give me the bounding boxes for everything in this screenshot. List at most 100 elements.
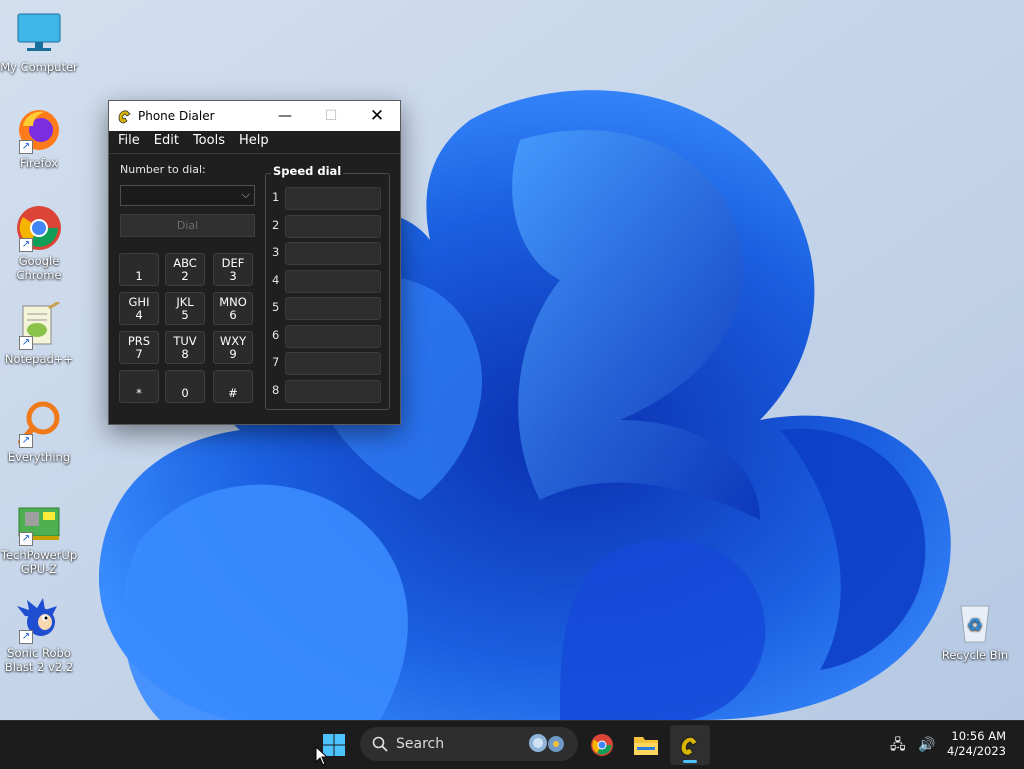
speed-dial-title: Speed dial (271, 164, 344, 178)
active-app-indicator (683, 760, 697, 763)
chevron-down-icon[interactable]: ⌵ (242, 188, 250, 202)
notepad-plus-plus-icon: ↗ (15, 302, 63, 350)
keypad-key-1[interactable]: 1 (119, 253, 159, 286)
phone-dialer-window[interactable]: Phone Dialer — ☐ ✕ File Edit Tools Help … (108, 100, 401, 425)
desktop-icon-label: Recycle Bin (941, 648, 1009, 662)
shortcut-arrow-icon: ↗ (19, 336, 33, 350)
keypad-key-6[interactable]: MNO 6 (213, 292, 253, 325)
shortcut-arrow-icon: ↗ (19, 140, 33, 154)
speed-dial-button-3[interactable] (285, 242, 381, 265)
mouse-cursor-icon (315, 746, 329, 766)
desktop-icon-label: TechPowerUp GPU-Z (0, 548, 78, 576)
keypad-key-5[interactable]: JKL 5 (165, 292, 205, 325)
file-explorer-icon (634, 737, 658, 755)
desktop-icon-label: Google Chrome (16, 254, 62, 282)
keypad-key-4[interactable]: GHI 4 (119, 292, 159, 325)
minimize-button[interactable]: — (262, 101, 308, 131)
dial-button[interactable]: Dial (120, 214, 255, 237)
desktop-icon-label: Sonic Robo Blast 2 v2.2 (4, 646, 74, 674)
menu-edit[interactable]: Edit (147, 131, 186, 153)
key-digit: 7 (135, 347, 143, 361)
menu-file[interactable]: File (111, 131, 147, 153)
taskbar-file-explorer-button[interactable] (626, 725, 666, 765)
search-highlight-icon (529, 734, 564, 752)
key-digit: 9 (229, 347, 237, 361)
desktop-icon-everything[interactable]: ↗ Everything (0, 400, 78, 464)
keypad-key-0[interactable]: 0 (165, 370, 205, 403)
shortcut-arrow-icon: ↗ (19, 434, 33, 448)
search-icon (372, 736, 388, 752)
key-digit: 1 (135, 269, 143, 283)
desktop-icon-gpu-z[interactable]: ↗ TechPowerUp GPU-Z (0, 498, 78, 576)
desktop-icon-label: Notepad++ (4, 352, 74, 366)
speed-dial-button-4[interactable] (285, 270, 381, 293)
menu-bar: File Edit Tools Help (109, 131, 400, 154)
close-button[interactable]: ✕ (354, 101, 400, 131)
desktop-icon-notepad-plus-plus[interactable]: ↗ Notepad++ (0, 302, 78, 366)
speed-dial-button-6[interactable] (285, 325, 381, 348)
keypad-key-3[interactable]: DEF 3 (213, 253, 253, 286)
search-label: Search (396, 736, 445, 752)
desktop-icon-label: My Computer (0, 60, 78, 74)
menu-tools[interactable]: Tools (186, 131, 232, 153)
speed-dial-button-7[interactable] (285, 352, 381, 375)
everything-search-icon: ↗ (15, 400, 63, 448)
key-digit: # (228, 386, 238, 400)
speed-dial-number: 8 (272, 383, 280, 397)
network-icon[interactable]: 🖧 (890, 737, 906, 753)
shortcut-arrow-icon: ↗ (19, 630, 33, 644)
key-digit: 0 (181, 386, 189, 400)
desktop-icon-my-computer[interactable]: My Computer (0, 10, 78, 74)
keypad-key-hash[interactable]: # (213, 370, 253, 403)
keypad-key-9[interactable]: WXY 9 (213, 331, 253, 364)
taskbar: Search 🖧 🔊 10:56 AM 4/24/2023 (0, 720, 1024, 769)
taskbar-clock[interactable]: 10:56 AM 4/24/2023 (947, 729, 1006, 759)
chrome-icon: ↗ (15, 204, 63, 252)
speed-dial-button-1[interactable] (285, 187, 381, 210)
svg-text:♻: ♻ (967, 615, 983, 636)
speed-dial-number: 2 (272, 218, 280, 232)
key-digit: 5 (181, 308, 189, 322)
shortcut-arrow-icon: ↗ (19, 532, 33, 546)
number-to-dial-label: Number to dial: (120, 163, 206, 176)
desktop-icon-recycle-bin[interactable]: ♻ Recycle Bin (936, 598, 1014, 662)
taskbar-search-box[interactable]: Search (360, 727, 578, 761)
speed-dial-number: 4 (272, 273, 280, 287)
keypad-key-8[interactable]: TUV 8 (165, 331, 205, 364)
key-digit: 2 (181, 269, 189, 283)
volume-icon[interactable]: 🔊 (918, 737, 935, 753)
speed-dial-button-2[interactable] (285, 215, 381, 238)
window-title: Phone Dialer (138, 109, 215, 123)
key-digit: 3 (229, 269, 237, 283)
desktop-icon-google-chrome[interactable]: ↗ Google Chrome (0, 204, 78, 282)
clock-date: 4/24/2023 (947, 744, 1006, 758)
number-to-dial-combobox[interactable]: ⌵ (120, 185, 255, 206)
menu-help[interactable]: Help (232, 131, 276, 153)
keypad-key-7[interactable]: PRS 7 (119, 331, 159, 364)
speed-dial-number: 3 (272, 245, 280, 259)
taskbar-phone-dialer-button[interactable] (670, 725, 710, 765)
desktop-icon-sonic-robo-blast[interactable]: ↗ Sonic Robo Blast 2 v2.2 (0, 596, 78, 674)
sonic-icon: ↗ (15, 596, 63, 644)
gpu-card-icon: ↗ (15, 498, 63, 546)
taskbar-chrome-button[interactable] (582, 725, 622, 765)
speed-dial-number: 7 (272, 355, 280, 369)
keypad-key-2[interactable]: ABC 2 (165, 253, 205, 286)
monitor-icon (15, 10, 63, 58)
speed-dial-button-8[interactable] (285, 380, 381, 403)
desktop-icon-label: Everything (7, 450, 71, 464)
speed-dial-number: 6 (272, 328, 280, 342)
keypad-key-star[interactable]: * (119, 370, 159, 403)
title-bar[interactable]: Phone Dialer — ☐ ✕ (109, 101, 400, 131)
speed-dial-number: 1 (272, 190, 280, 204)
desktop-icon-firefox[interactable]: ↗ Firefox (0, 106, 78, 170)
speed-dial-button-5[interactable] (285, 297, 381, 320)
key-digit: 8 (181, 347, 189, 361)
desktop-icon-label: Firefox (19, 156, 59, 170)
key-digit: * (136, 386, 142, 400)
firefox-icon: ↗ (15, 106, 63, 154)
speed-dial-number: 5 (272, 300, 280, 314)
chrome-icon (591, 734, 613, 756)
clock-time: 10:56 AM (951, 729, 1006, 743)
maximize-button[interactable]: ☐ (308, 101, 354, 131)
